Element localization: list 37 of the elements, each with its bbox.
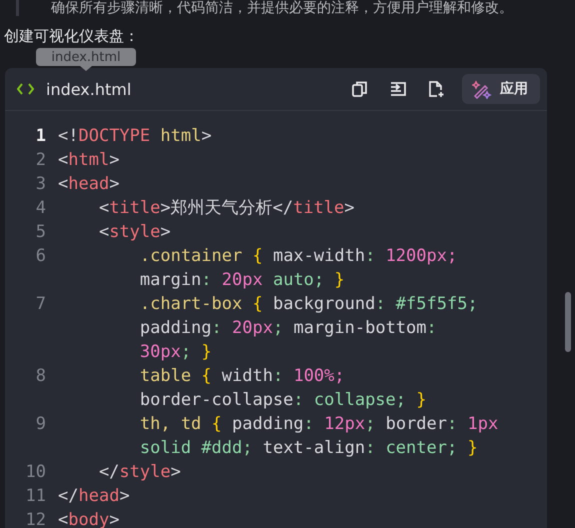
line-number: 4	[34, 197, 46, 220]
tooltip-pointer-icon	[80, 66, 92, 71]
line-number: 1	[34, 125, 46, 148]
code-line: </head>	[58, 485, 130, 508]
code-line: th, td { padding: 12px; border: 1px	[138, 413, 498, 436]
line-number: 11	[24, 485, 46, 508]
heading-text: 创建可视化仪表盘：	[4, 26, 139, 46]
file-name: index.html	[46, 80, 132, 98]
code-line: </style>	[98, 461, 181, 484]
code-line: .container { max-width: 1200px;	[138, 245, 458, 268]
paragraph-text: 确保所有步骤清晰，代码简洁，并提供必要的注释，方便用户理解和修改。	[51, 0, 513, 16]
code-line: 30px; }	[138, 341, 213, 364]
code-line: <style>	[98, 221, 171, 244]
magic-wand-icon	[472, 79, 492, 99]
code-line: <html>	[58, 149, 120, 172]
line-number: 6	[34, 245, 46, 268]
scrollbar-thumb[interactable]	[565, 292, 571, 352]
code-line: <head>	[58, 173, 120, 196]
line-number: 5	[34, 221, 46, 244]
apply-button[interactable]: 应用	[462, 74, 540, 104]
line-number: 10	[24, 461, 46, 484]
code-icon	[17, 83, 34, 95]
code-line: padding: 20px; margin-bottom:	[138, 317, 438, 340]
code-line: .chart-box { background: #f5f5f5;	[138, 293, 478, 316]
line-number: 8	[34, 365, 46, 388]
code-line: <!DOCTYPE html>	[58, 125, 212, 148]
tooltip: index.html	[36, 48, 136, 66]
code-line: border-collapse: collapse; }	[138, 389, 426, 412]
line-number: 3	[34, 173, 46, 196]
line-number: 9	[34, 413, 46, 436]
code-line: <title>郑州天气分析</title>	[98, 197, 355, 220]
line-number: 12	[24, 509, 46, 528]
line-number: 2	[34, 149, 46, 172]
code-line: solid #ddd; text-align: center; }	[138, 437, 479, 460]
code-line: margin: 20px auto; }	[138, 269, 346, 292]
code-line: table { width: 100%;	[138, 365, 346, 388]
line-number: 7	[34, 293, 46, 316]
